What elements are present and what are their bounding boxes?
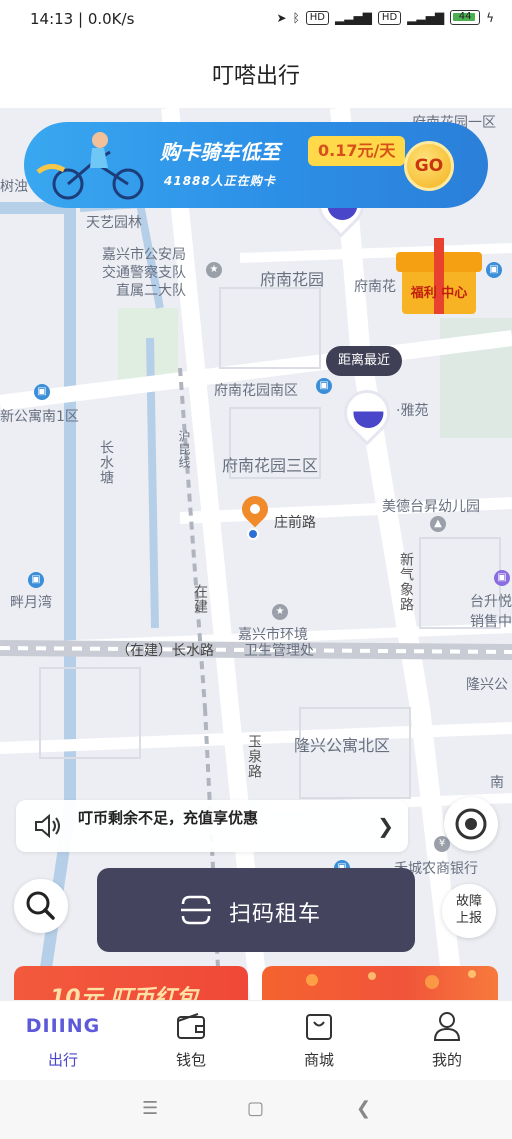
bottom-tab-bar: DIIING 出行 钱包 商城 我的 bbox=[0, 1000, 512, 1080]
map-label: 交通警察支队 bbox=[102, 265, 186, 281]
poi-star-icon: ★ bbox=[206, 262, 222, 278]
report-line1: 故障 bbox=[455, 894, 482, 909]
scan-to-rent-button[interactable]: 扫码租车 bbox=[97, 868, 415, 952]
poi-school-icon: ▲ bbox=[430, 516, 446, 532]
map-label: 府南花园南区 bbox=[214, 383, 298, 399]
status-time: 14:13 | 0.0K/s bbox=[30, 10, 135, 28]
map-label: 府南花园三区 bbox=[222, 456, 319, 475]
map-label: 嘉兴市公安局 bbox=[102, 247, 186, 263]
my-location-dot bbox=[247, 528, 259, 540]
bluetooth-icon: ᛒ bbox=[292, 10, 300, 25]
welfare-center-gift[interactable]: 福利 中心 bbox=[396, 238, 482, 320]
map-label: 台升悦销售中 bbox=[470, 594, 512, 630]
scan-icon bbox=[181, 895, 211, 925]
search-icon bbox=[26, 891, 55, 920]
map-label: （在建）长水路 bbox=[116, 643, 214, 659]
tab-label: 出行 bbox=[47, 1051, 78, 1069]
map-label: 在建 bbox=[192, 584, 208, 614]
map-label: 府南花园 bbox=[260, 270, 325, 289]
map-label: 新公寓南1区 bbox=[0, 409, 79, 425]
map-label: 天艺园林 bbox=[86, 215, 142, 231]
chevron-right-icon: ❯ bbox=[377, 814, 394, 838]
map-label: 美德台昇幼儿园 bbox=[382, 499, 480, 515]
menu-icon[interactable]: ☰ bbox=[142, 1098, 158, 1119]
signal-icon-2: ▂▃▅▇ bbox=[407, 10, 445, 25]
map-label: 隆兴公寓北区 bbox=[294, 736, 391, 755]
signal-icon: ▂▃▅▇ bbox=[335, 10, 372, 25]
map-label: 畔月湾 bbox=[10, 595, 52, 611]
banner-subline: 41888人正在购卡 bbox=[164, 174, 276, 188]
map-label: 府南花 bbox=[354, 279, 396, 295]
diiing-logo-icon: DIIING bbox=[25, 1015, 101, 1037]
tab-label: 钱包 bbox=[175, 1051, 206, 1069]
back-icon[interactable]: ❮ bbox=[356, 1098, 371, 1119]
person-icon bbox=[433, 1012, 461, 1041]
location-arrow-icon: ➤ bbox=[276, 10, 287, 25]
map-label: 隆兴公 bbox=[466, 677, 508, 693]
map-label: 树浊 bbox=[0, 179, 28, 195]
fault-report-button[interactable]: 故障 上报 bbox=[442, 884, 496, 938]
tab-shop[interactable]: 商城 bbox=[274, 1009, 364, 1070]
status-bar: 14:13 | 0.0K/s ➤ ᛒ HD ▂▃▅▇ HD ▂▃▅▇ 44 ϟ bbox=[0, 0, 512, 40]
map-label: 卫生管理处 bbox=[244, 643, 314, 659]
map-label: 庄前路 bbox=[274, 515, 316, 531]
hd-icon-2: HD bbox=[377, 10, 402, 25]
map-label: 玉泉路 bbox=[246, 734, 262, 779]
gift-label: 福利 中心 bbox=[410, 286, 468, 301]
poi-shop-icon: ▣ bbox=[494, 570, 510, 586]
tab-label: 我的 bbox=[431, 1051, 462, 1069]
wallet-icon bbox=[177, 1013, 205, 1039]
map-label: 直属二大队 bbox=[116, 283, 186, 299]
hd-icon: HD bbox=[305, 10, 329, 25]
scan-button-label: 扫码租车 bbox=[229, 902, 322, 927]
poi-building-icon: ▣ bbox=[486, 262, 502, 278]
speaker-icon bbox=[35, 814, 60, 838]
tab-wallet[interactable]: 钱包 bbox=[146, 1009, 236, 1070]
status-icons: ➤ ᛒ HD ▂▃▅▇ HD ▂▃▅▇ 44 ϟ bbox=[276, 10, 494, 25]
map-label: 长水塘 bbox=[98, 440, 114, 485]
map-label: 新气象路 bbox=[398, 552, 414, 612]
target-icon bbox=[455, 808, 487, 840]
report-line2: 上报 bbox=[455, 911, 482, 926]
page-title: 叮嗒出行 bbox=[211, 64, 300, 89]
battery-icon: 44 bbox=[450, 10, 481, 25]
notice-text: 叮币剩余不足，充值享优惠 bbox=[78, 809, 259, 827]
tab-label: 商城 bbox=[303, 1051, 334, 1069]
charging-icon: ϟ bbox=[486, 10, 494, 25]
banner-price: 0.17元/天 bbox=[308, 136, 406, 166]
cyclist-illustration-icon bbox=[36, 132, 144, 200]
home-icon[interactable]: ▢ bbox=[247, 1098, 264, 1119]
poi-star-icon: ★ bbox=[272, 604, 288, 620]
banner-headline: 购卡骑车低至 bbox=[160, 140, 280, 164]
system-nav-bar: ☰ ▢ ❮ bbox=[0, 1080, 512, 1139]
map-label: 南 bbox=[490, 775, 504, 791]
map-label: ·雅苑 bbox=[396, 403, 429, 419]
tab-travel[interactable]: DIIING 出行 bbox=[18, 1009, 108, 1070]
map-label: 沪昆线 bbox=[177, 430, 191, 469]
nearest-tag: 距离最近 bbox=[326, 346, 403, 376]
tab-mine[interactable]: 我的 bbox=[402, 1009, 492, 1070]
poi-building-icon: ▣ bbox=[28, 572, 44, 588]
poi-building-icon: ▣ bbox=[316, 378, 332, 394]
poi-building-icon: ▣ bbox=[34, 384, 50, 400]
shop-bag-icon bbox=[306, 1014, 332, 1040]
search-button[interactable] bbox=[14, 879, 68, 933]
banner-go-button[interactable]: GO bbox=[404, 141, 454, 191]
app-bar: 叮嗒出行 bbox=[0, 40, 512, 108]
balance-notice[interactable]: 叮币剩余不足，充值享优惠 ❯ bbox=[16, 800, 408, 852]
locate-me-button[interactable] bbox=[444, 797, 498, 851]
